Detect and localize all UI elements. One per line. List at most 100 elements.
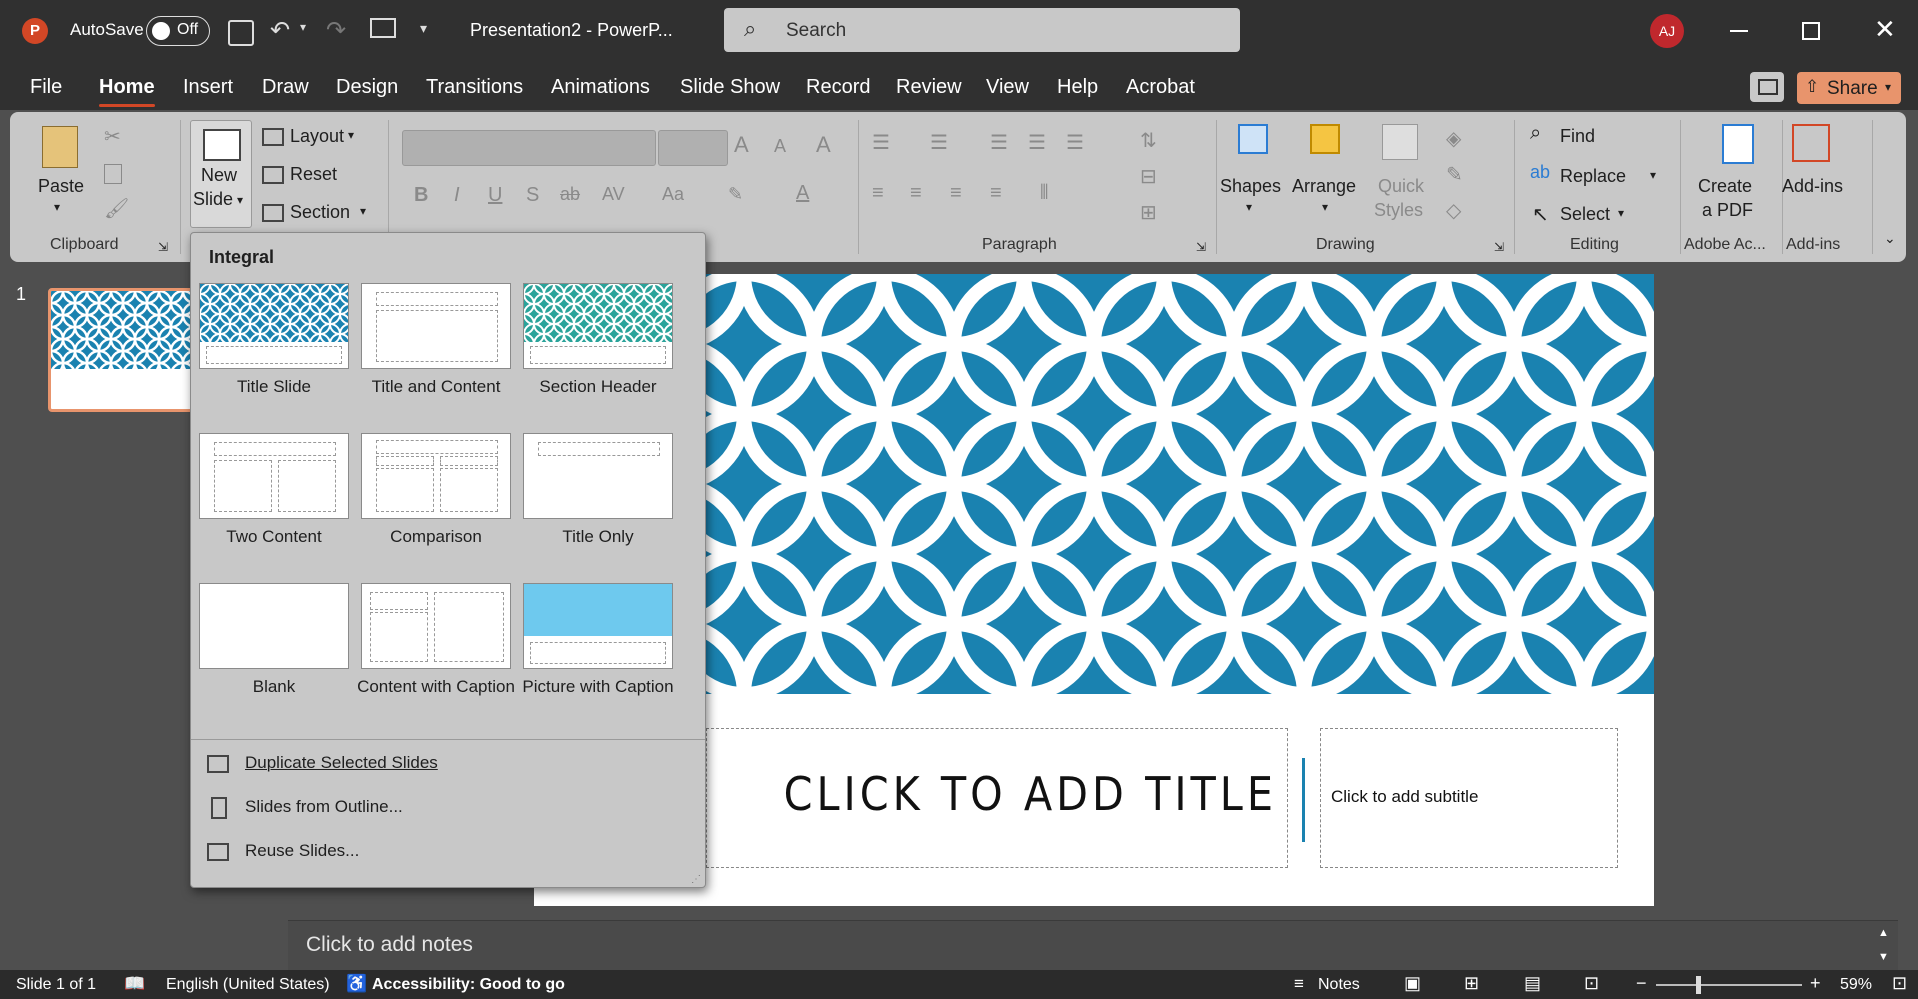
tab-record[interactable]: Record: [806, 76, 870, 99]
replace-button[interactable]: Replace: [1560, 166, 1626, 187]
drawing-launcher-icon[interactable]: ⇲: [1494, 240, 1504, 254]
arrange-chevron-icon[interactable]: ▾: [1322, 200, 1328, 214]
create-pdf-label-2[interactable]: a PDF: [1702, 200, 1753, 221]
numbering-icon[interactable]: ☰: [930, 130, 948, 155]
underline-icon[interactable]: U: [488, 184, 502, 207]
bullets-icon[interactable]: ☰: [872, 130, 890, 155]
justify-icon[interactable]: ≡: [990, 182, 1002, 205]
section-chevron-icon[interactable]: ▾: [360, 204, 366, 218]
replace-chevron-icon[interactable]: ▾: [1650, 168, 1656, 182]
normal-view-icon[interactable]: ▣: [1404, 973, 1421, 994]
paste-button[interactable]: Paste: [38, 176, 84, 197]
undo-dropdown-icon[interactable]: ▾: [300, 20, 306, 34]
columns-icon[interactable]: ⫴: [1040, 182, 1048, 205]
shape-outline-icon[interactable]: ✎: [1446, 162, 1463, 187]
font-name-dropdown[interactable]: [402, 130, 656, 166]
redo-icon[interactable]: ↷: [326, 16, 346, 45]
paragraph-launcher-icon[interactable]: ⇲: [1196, 240, 1206, 254]
tab-design[interactable]: Design: [336, 76, 398, 99]
notes-scrollbar[interactable]: ▲ ▼: [1878, 927, 1892, 967]
save-icon[interactable]: [228, 20, 254, 46]
notes-toggle[interactable]: Notes: [1318, 976, 1360, 994]
fit-to-window-icon[interactable]: ⊡: [1892, 973, 1907, 994]
arrange-button[interactable]: Arrange: [1292, 176, 1356, 197]
scroll-down-icon[interactable]: ▼: [1878, 951, 1889, 963]
tab-help[interactable]: Help: [1057, 76, 1098, 99]
clipboard-launcher-icon[interactable]: ⇲: [158, 240, 168, 254]
subtitle-placeholder[interactable]: Click to add subtitle: [1320, 728, 1618, 868]
reset-button[interactable]: Reset: [290, 164, 337, 185]
section-button[interactable]: Section: [290, 202, 350, 223]
strikethrough-icon[interactable]: ab: [560, 184, 580, 205]
decrease-font-size-icon[interactable]: A: [774, 136, 786, 157]
tab-insert[interactable]: Insert: [183, 76, 233, 99]
tab-file[interactable]: File: [30, 76, 62, 99]
align-left-icon[interactable]: ≡: [872, 182, 884, 205]
select-icon[interactable]: ↖: [1532, 202, 1549, 227]
clear-formatting-icon[interactable]: A: [816, 132, 831, 158]
copy-icon[interactable]: [104, 164, 122, 184]
zoom-slider[interactable]: [1656, 976, 1802, 994]
slide-sorter-icon[interactable]: ⊞: [1464, 973, 1479, 994]
bold-icon[interactable]: B: [414, 184, 428, 207]
character-spacing-icon[interactable]: AV: [602, 184, 625, 205]
select-chevron-icon[interactable]: ▾: [1618, 206, 1624, 220]
user-avatar[interactable]: AJ: [1650, 14, 1684, 48]
title-placeholder[interactable]: CLICK TO ADD TITLE: [706, 728, 1288, 868]
language-status[interactable]: English (United States): [166, 976, 330, 994]
arrange-icon[interactable]: [1310, 124, 1340, 154]
minimize-icon[interactable]: [1730, 30, 1748, 32]
tab-acrobat[interactable]: Acrobat: [1126, 76, 1195, 99]
font-color-icon[interactable]: A: [796, 182, 809, 205]
shadow-icon[interactable]: S: [526, 184, 539, 207]
notes-toggle-icon[interactable]: ≡: [1294, 974, 1304, 994]
paste-icon[interactable]: [42, 126, 78, 168]
change-case-icon[interactable]: Aa: [662, 184, 684, 205]
quick-styles-icon[interactable]: [1382, 124, 1418, 160]
shape-fill-icon[interactable]: ◈: [1446, 126, 1461, 151]
resize-grip-icon[interactable]: ⋰: [691, 874, 701, 885]
autosave-toggle[interactable]: Off: [146, 16, 210, 46]
shape-effects-icon[interactable]: ◇: [1446, 198, 1461, 223]
shapes-icon[interactable]: [1238, 124, 1268, 154]
tab-transitions[interactable]: Transitions: [426, 76, 523, 99]
find-button[interactable]: Find: [1560, 126, 1595, 147]
italic-icon[interactable]: I: [454, 184, 460, 207]
cut-icon[interactable]: ✂: [104, 124, 121, 149]
customize-toolbar-icon[interactable]: ▾: [420, 20, 427, 37]
zoom-out-icon[interactable]: −: [1636, 973, 1647, 994]
new-slide-button[interactable]: New Slide ▾: [190, 120, 252, 228]
comments-button[interactable]: [1750, 72, 1784, 102]
format-painter-icon[interactable]: 🖌: [104, 196, 129, 221]
spell-check-icon[interactable]: 📖: [124, 974, 145, 994]
present-icon[interactable]: [370, 18, 396, 38]
accessibility-icon[interactable]: ♿: [346, 974, 367, 994]
tab-draw[interactable]: Draw: [262, 76, 309, 99]
increase-indent-icon[interactable]: ☰: [1028, 130, 1046, 155]
notes-pane[interactable]: Click to add notes ▲ ▼: [288, 920, 1898, 971]
slide-thumbnail[interactable]: [48, 288, 200, 412]
slideshow-view-icon[interactable]: ⊡: [1584, 973, 1599, 994]
smartart-icon[interactable]: ⊞: [1140, 200, 1157, 225]
find-icon[interactable]: ⌕: [1530, 122, 1541, 145]
text-direction-icon[interactable]: ⇅: [1140, 128, 1157, 153]
restore-icon[interactable]: [1802, 22, 1820, 40]
shapes-chevron-icon[interactable]: ▾: [1246, 200, 1252, 214]
search-box[interactable]: ⌕ Search: [724, 8, 1240, 52]
layout-chevron-icon[interactable]: ▾: [348, 128, 354, 142]
tab-home[interactable]: Home: [99, 76, 155, 107]
shapes-button[interactable]: Shapes: [1220, 176, 1281, 197]
select-button[interactable]: Select: [1560, 204, 1610, 225]
reading-view-icon[interactable]: ▤: [1524, 973, 1541, 994]
add-ins-icon[interactable]: [1792, 124, 1830, 162]
decrease-indent-icon[interactable]: ☰: [990, 130, 1008, 155]
tab-review[interactable]: Review: [896, 76, 962, 99]
undo-icon[interactable]: ↶: [270, 16, 290, 45]
create-pdf-icon[interactable]: [1722, 124, 1754, 164]
close-icon[interactable]: ✕: [1874, 14, 1896, 45]
add-ins-button[interactable]: Add-ins: [1782, 176, 1843, 197]
quick-styles-label-2[interactable]: Styles: [1374, 200, 1423, 221]
line-spacing-icon[interactable]: ☰: [1066, 130, 1084, 155]
tab-view[interactable]: View: [986, 76, 1029, 99]
create-pdf-label-1[interactable]: Create: [1698, 176, 1752, 197]
